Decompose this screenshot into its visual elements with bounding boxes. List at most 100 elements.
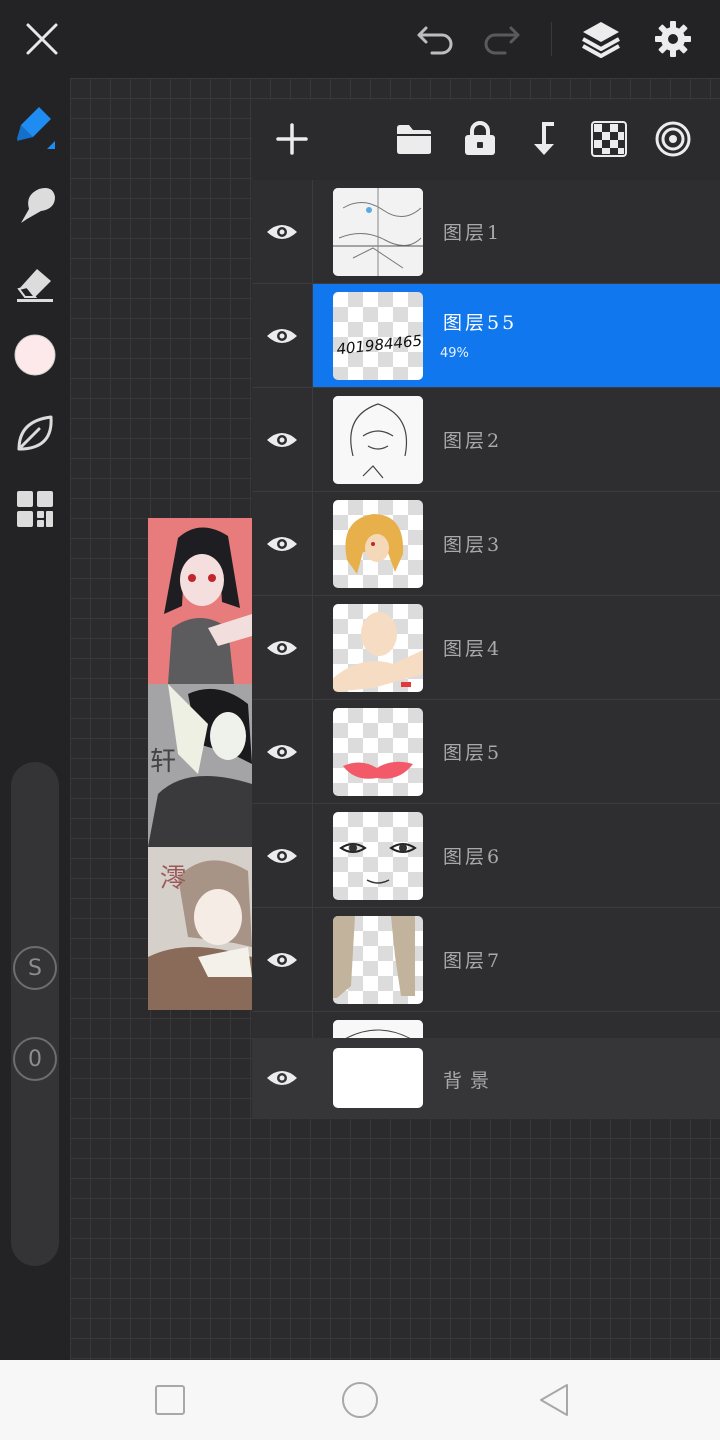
visibility-toggle[interactable]: [252, 700, 313, 803]
layers-icon: [582, 22, 620, 58]
gallery-tool[interactable]: [10, 484, 60, 534]
layer-list[interactable]: 图层1 401984465 图层55 49% 图层2 图层3 图层4 图层5 图…: [252, 180, 720, 1038]
visibility-toggle[interactable]: [252, 388, 313, 491]
toolbar-divider: [551, 22, 552, 56]
layer-name: 图层4: [443, 638, 503, 660]
opacity-label: 0: [28, 1046, 42, 1072]
redo-button[interactable]: [476, 14, 526, 64]
layer-name: 图层2: [443, 430, 503, 452]
eye-icon: [267, 640, 297, 655]
home-button[interactable]: [340, 1380, 380, 1420]
leaf-icon: [17, 415, 53, 451]
thumbnail-text: 401984465: [336, 331, 423, 358]
lock-icon: [465, 121, 495, 155]
background-layer-name: 背景: [443, 1070, 498, 1092]
recents-button[interactable]: [150, 1380, 190, 1420]
visibility-toggle[interactable]: [252, 804, 313, 907]
layers-button[interactable]: [576, 14, 626, 64]
canvas-artwork: 轩 澪: [148, 518, 252, 1010]
visibility-toggle[interactable]: [252, 492, 313, 595]
layer-thumbnail: [333, 188, 423, 276]
transparency-button[interactable]: [584, 114, 634, 164]
merge-down-button[interactable]: [519, 114, 569, 164]
artwork-label-1: 轩: [150, 747, 176, 777]
layer-name: 图层1: [443, 222, 503, 244]
smudge-tool[interactable]: [10, 180, 60, 230]
eye-icon: [267, 952, 297, 967]
layer-name: 图层55: [443, 312, 518, 334]
layer-name: 图层3: [443, 534, 503, 556]
radial-icon: [655, 121, 691, 157]
layer-name: 图层6: [443, 846, 503, 868]
artwork-panel-1: [148, 518, 252, 684]
size-label: S: [28, 955, 42, 981]
layer-row[interactable]: 图层6: [252, 804, 720, 908]
redo-icon: [484, 26, 520, 55]
layer-thumbnail: [333, 396, 423, 484]
eraser-tool[interactable]: [10, 258, 60, 308]
background-layer-row[interactable]: 背景: [252, 1038, 720, 1118]
layer-row[interactable]: 图层4: [252, 596, 720, 700]
visibility-toggle[interactable]: [252, 1012, 313, 1038]
add-layer-button[interactable]: [267, 114, 317, 164]
color-swatch[interactable]: [10, 330, 60, 380]
layer-row[interactable]: 图层3: [252, 492, 720, 596]
layer-row[interactable]: 图层7: [252, 908, 720, 1012]
brush-opacity-badge[interactable]: 0: [13, 1037, 57, 1081]
brush-slider[interactable]: [11, 762, 59, 1266]
artwork-panel-3: 澪: [148, 847, 252, 1010]
eye-icon: [267, 536, 297, 551]
eye-icon: [267, 744, 297, 759]
layers-panel: 图层1 401984465 图层55 49% 图层2 图层3 图层4 图层5 图…: [252, 100, 720, 1118]
filter-button[interactable]: [648, 114, 698, 164]
folder-icon: [397, 125, 431, 154]
layer-thumbnail: [333, 916, 423, 1004]
visibility-toggle[interactable]: [252, 596, 313, 699]
eye-icon: [267, 1071, 297, 1085]
merge-down-icon: [534, 122, 554, 155]
eye-icon: [267, 432, 297, 447]
undo-icon: [417, 26, 453, 55]
artwork-label-2: 澪: [160, 864, 186, 894]
settings-button[interactable]: [648, 14, 698, 64]
pen-icon: [17, 107, 55, 149]
eye-icon: [267, 328, 297, 343]
visibility-toggle[interactable]: [252, 1038, 312, 1118]
close-button[interactable]: [17, 14, 67, 64]
visibility-toggle[interactable]: [252, 180, 313, 283]
home-icon: [342, 1382, 378, 1418]
layer-thumbnail: [333, 500, 423, 588]
add-folder-button[interactable]: [389, 114, 439, 164]
lock-layer-button[interactable]: [455, 114, 505, 164]
layer-thumbnail: [333, 708, 423, 796]
layer-opacity: 49%: [440, 346, 469, 361]
layer-row-partial[interactable]: [252, 1012, 720, 1038]
top-bar: [0, 0, 720, 78]
visibility-toggle[interactable]: [252, 908, 313, 1011]
brush-size-badge[interactable]: S: [13, 946, 57, 990]
layer-thumbnail: [333, 1020, 423, 1038]
leaf-tool[interactable]: [10, 408, 60, 458]
background-thumbnail: [333, 1048, 423, 1108]
layer-row[interactable]: 图层1: [252, 180, 720, 284]
smudge-icon: [21, 188, 55, 223]
undo-button[interactable]: [411, 14, 461, 64]
layer-thumbnail: [333, 604, 423, 692]
checker-icon: [591, 121, 627, 157]
back-button[interactable]: [534, 1380, 574, 1420]
gear-icon: [655, 21, 691, 57]
system-nav-bar: [0, 1360, 720, 1440]
eye-icon: [267, 848, 297, 863]
visibility-toggle[interactable]: [252, 284, 313, 387]
layer-row[interactable]: 图层5: [252, 700, 720, 804]
pen-tool[interactable]: [10, 100, 60, 150]
layer-row-selected[interactable]: 401984465 图层55 49%: [252, 284, 720, 388]
layer-name: 图层5: [443, 742, 503, 764]
add-icon: [276, 123, 308, 155]
layer-row[interactable]: 图层2: [252, 388, 720, 492]
back-icon: [540, 1384, 568, 1416]
layer-thumbnail: 401984465: [333, 292, 423, 380]
color-swatch-icon: [14, 334, 56, 376]
recents-icon: [155, 1385, 185, 1415]
layers-panel-header: [252, 100, 720, 180]
